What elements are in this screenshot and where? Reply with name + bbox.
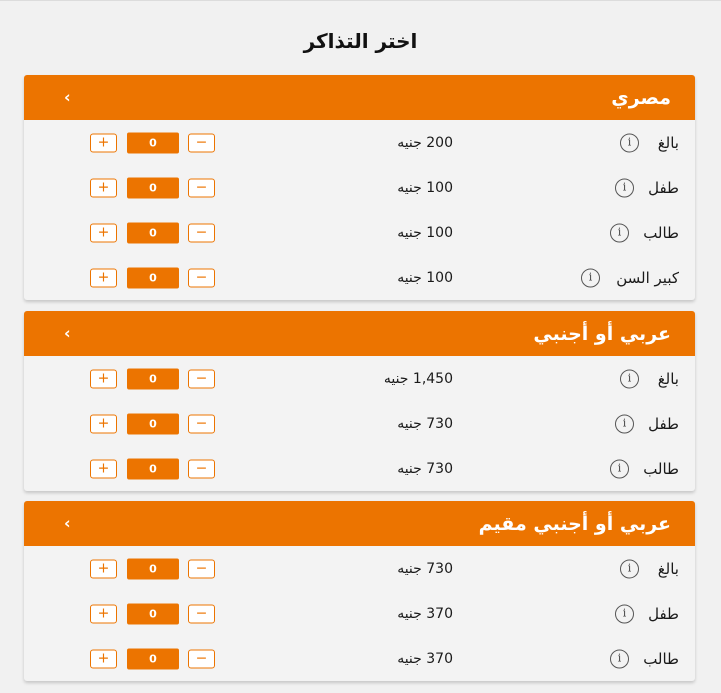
ticket-row: طفل i 100 جنيه − 0 + [24,165,695,210]
ticket-type-label: بالغ [657,559,679,578]
ticket-row: طفل i 370 جنيه − 0 + [24,591,695,636]
section-arab-or-foreign-resident: عربي أو أجنبي مقيم ‹ بالغ i 730 جنيه − 0… [24,501,695,681]
info-icon[interactable]: i [610,459,629,478]
ticket-row: طالب i 730 جنيه − 0 + [24,446,695,491]
section-header[interactable]: مصري ‹ [24,75,695,120]
increment-button[interactable]: + [90,369,117,388]
increment-button[interactable]: + [90,268,117,287]
quantity-field[interactable]: 0 [127,458,179,479]
ticket-type-label: طفل [648,414,679,433]
ticket-price: 200 جنيه [397,134,453,151]
info-icon[interactable]: i [610,223,629,242]
info-icon[interactable]: i [620,559,639,578]
increment-button[interactable]: + [90,649,117,668]
decrement-button[interactable]: − [188,559,215,578]
decrement-button[interactable]: − [188,649,215,668]
ticket-row: طالب i 370 جنيه − 0 + [24,636,695,681]
ticket-row: بالغ i 730 جنيه − 0 + [24,546,695,591]
increment-button[interactable]: + [90,223,117,242]
section-title: مصري [611,86,671,109]
decrement-button[interactable]: − [188,459,215,478]
info-icon[interactable]: i [615,178,634,197]
decrement-button[interactable]: − [188,178,215,197]
decrement-button[interactable]: − [188,369,215,388]
ticket-type-label: طالب [643,223,679,242]
ticket-type-label: طالب [643,649,679,668]
ticket-type-label: طفل [648,178,679,197]
ticket-row: طفل i 730 جنيه − 0 + [24,401,695,446]
increment-button[interactable]: + [90,178,117,197]
ticket-price: 100 جنيه [397,269,453,286]
quantity-field[interactable]: 0 [127,413,179,434]
ticket-row: بالغ i 1,450 جنيه − 0 + [24,356,695,401]
section-egyptian: مصري ‹ بالغ i 200 جنيه − 0 + طفل i 100 ج… [24,75,695,300]
quantity-field[interactable]: 0 [127,368,179,389]
section-header[interactable]: عربي أو أجنبي مقيم ‹ [24,501,695,546]
ticket-type-label: طالب [643,459,679,478]
section-title: عربي أو أجنبي مقيم [478,512,671,535]
ticket-row: كبير السن i 100 جنيه − 0 + [24,255,695,300]
increment-button[interactable]: + [90,559,117,578]
quantity-field[interactable]: 0 [127,558,179,579]
decrement-button[interactable]: − [188,133,215,152]
info-icon[interactable]: i [615,604,634,623]
info-icon[interactable]: i [620,133,639,152]
decrement-button[interactable]: − [188,223,215,242]
quantity-field[interactable]: 0 [127,648,179,669]
chevron-left-icon[interactable]: ‹ [64,513,71,532]
info-icon[interactable]: i [610,649,629,668]
ticket-price: 730 جنيه [397,415,453,432]
quantity-field[interactable]: 0 [127,603,179,624]
ticket-type-label: بالغ [657,369,679,388]
ticket-type-label: بالغ [657,133,679,152]
decrement-button[interactable]: − [188,604,215,623]
section-header[interactable]: عربي أو أجنبي ‹ [24,311,695,356]
ticket-row: بالغ i 200 جنيه − 0 + [24,120,695,165]
info-icon[interactable]: i [615,414,634,433]
quantity-field[interactable]: 0 [127,267,179,288]
section-title: عربي أو أجنبي [533,322,671,345]
increment-button[interactable]: + [90,459,117,478]
ticket-price: 100 جنيه [397,224,453,241]
quantity-field[interactable]: 0 [127,132,179,153]
chevron-left-icon[interactable]: ‹ [64,323,71,342]
ticket-row: طالب i 100 جنيه − 0 + [24,210,695,255]
ticket-type-label: كبير السن [616,268,679,287]
quantity-field[interactable]: 0 [127,177,179,198]
decrement-button[interactable]: − [188,268,215,287]
chevron-left-icon[interactable]: ‹ [64,87,71,106]
decrement-button[interactable]: − [188,414,215,433]
quantity-field[interactable]: 0 [127,222,179,243]
ticket-price: 370 جنيه [397,605,453,622]
increment-button[interactable]: + [90,414,117,433]
info-icon[interactable]: i [620,369,639,388]
ticket-price: 100 جنيه [397,179,453,196]
ticket-price: 730 جنيه [397,560,453,577]
ticket-type-label: طفل [648,604,679,623]
info-icon[interactable]: i [581,268,600,287]
page-title: اختر التذاكر [303,29,418,53]
increment-button[interactable]: + [90,604,117,623]
section-arab-or-foreign: عربي أو أجنبي ‹ بالغ i 1,450 جنيه − 0 + … [24,311,695,491]
increment-button[interactable]: + [90,133,117,152]
ticket-price: 730 جنيه [397,460,453,477]
ticket-price: 370 جنيه [397,650,453,667]
ticket-price: 1,450 جنيه [383,370,453,387]
